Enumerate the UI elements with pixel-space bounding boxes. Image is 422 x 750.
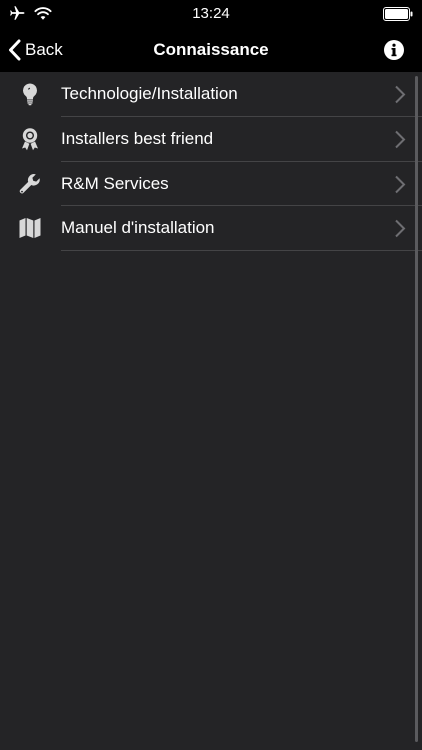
battery-icon (383, 7, 413, 21)
wrench-icon (19, 173, 40, 194)
map-icon (19, 218, 41, 239)
info-icon[interactable] (384, 40, 404, 60)
chevron-right-icon (395, 85, 406, 104)
status-time: 13:24 (192, 5, 230, 22)
award-icon (22, 128, 38, 151)
knowledge-list: Technologie/Installation Installers best… (0, 72, 422, 252)
list-item-technologie-installation[interactable]: Technologie/Installation (0, 72, 422, 117)
page-title: Connaissance (153, 40, 269, 59)
list-item-label: Installers best friend (61, 128, 214, 148)
navigation-bar: Back Connaissance (0, 28, 422, 72)
list-item-label: Technologie/Installation (61, 84, 238, 103)
status-bar: 13:24 (0, 0, 422, 28)
chevron-right-icon (395, 175, 406, 193)
chevron-right-icon (395, 220, 406, 238)
lightbulb-icon (23, 83, 37, 106)
chevron-right-icon (395, 130, 406, 149)
row-separator (61, 250, 422, 252)
list-item-installers-best-friend[interactable]: Installers best friend (0, 117, 422, 162)
list-item-manuel-installation[interactable]: Manuel d'installation (0, 206, 422, 252)
scrollbar[interactable] (415, 76, 418, 742)
list-item-label: Manuel d'installation (61, 218, 215, 238)
list-item-label: R&M Services (61, 173, 169, 193)
list-item-rm-services[interactable]: R&M Services (0, 162, 422, 207)
